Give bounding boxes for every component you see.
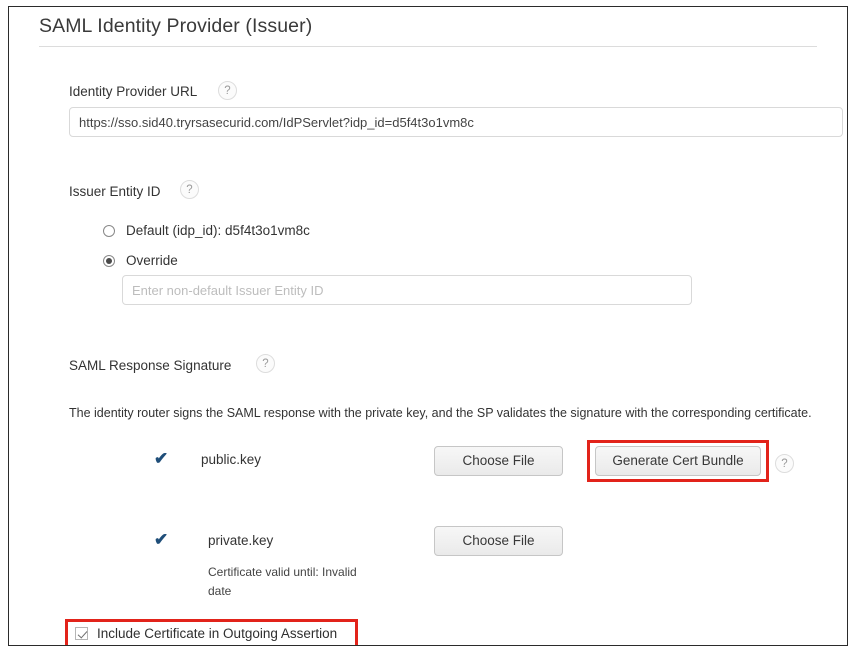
- private-key-validity-text: Certificate valid until: Invalid date: [208, 565, 357, 598]
- public-key-check-icon: ✔: [154, 449, 169, 468]
- public-key-name: public.key: [201, 452, 262, 467]
- private-key-choose-file-button[interactable]: Choose File: [434, 526, 563, 556]
- page-title: SAML Identity Provider (Issuer): [39, 15, 313, 37]
- saml-response-signature-label: SAML Response Signature: [69, 358, 232, 373]
- override-issuer-entity-id-input[interactable]: [122, 275, 692, 305]
- generate-cert-bundle-help-icon[interactable]: ?: [775, 454, 794, 473]
- saml-response-signature-description: The identity router signs the SAML respo…: [69, 406, 812, 420]
- radio-default-mark: [103, 224, 115, 237]
- identity-provider-url-input[interactable]: [69, 107, 843, 137]
- radio-override-label: Override: [126, 253, 178, 268]
- private-key-check-icon: ✔: [154, 530, 169, 549]
- title-divider: [39, 46, 817, 47]
- saml-idp-panel: SAML Identity Provider (Issuer) Identity…: [8, 6, 848, 646]
- radio-default-label: Default (idp_id): d5f4t3o1vm8c: [126, 223, 310, 238]
- saml-response-signature-help-icon[interactable]: ?: [256, 354, 275, 373]
- public-key-choose-file-button[interactable]: Choose File: [434, 446, 563, 476]
- issuer-entity-id-help-icon[interactable]: ?: [180, 180, 199, 199]
- include-certificate-label: Include Certificate in Outgoing Assertio…: [97, 626, 338, 641]
- identity-provider-url-help-icon[interactable]: ?: [218, 81, 237, 100]
- private-key-name: private.key: [208, 533, 274, 548]
- include-certificate-checkbox[interactable]: Include Certificate in Outgoing Assertio…: [75, 626, 337, 641]
- radio-option-default[interactable]: Default (idp_id): d5f4t3o1vm8c: [103, 223, 310, 238]
- radio-option-override[interactable]: Override: [103, 253, 178, 268]
- include-certificate-check-icon: [75, 627, 88, 640]
- generate-cert-bundle-button[interactable]: Generate Cert Bundle: [595, 446, 761, 476]
- identity-provider-url-label: Identity Provider URL: [69, 84, 198, 99]
- issuer-entity-id-label: Issuer Entity ID: [69, 184, 161, 199]
- radio-override-mark: [103, 254, 115, 267]
